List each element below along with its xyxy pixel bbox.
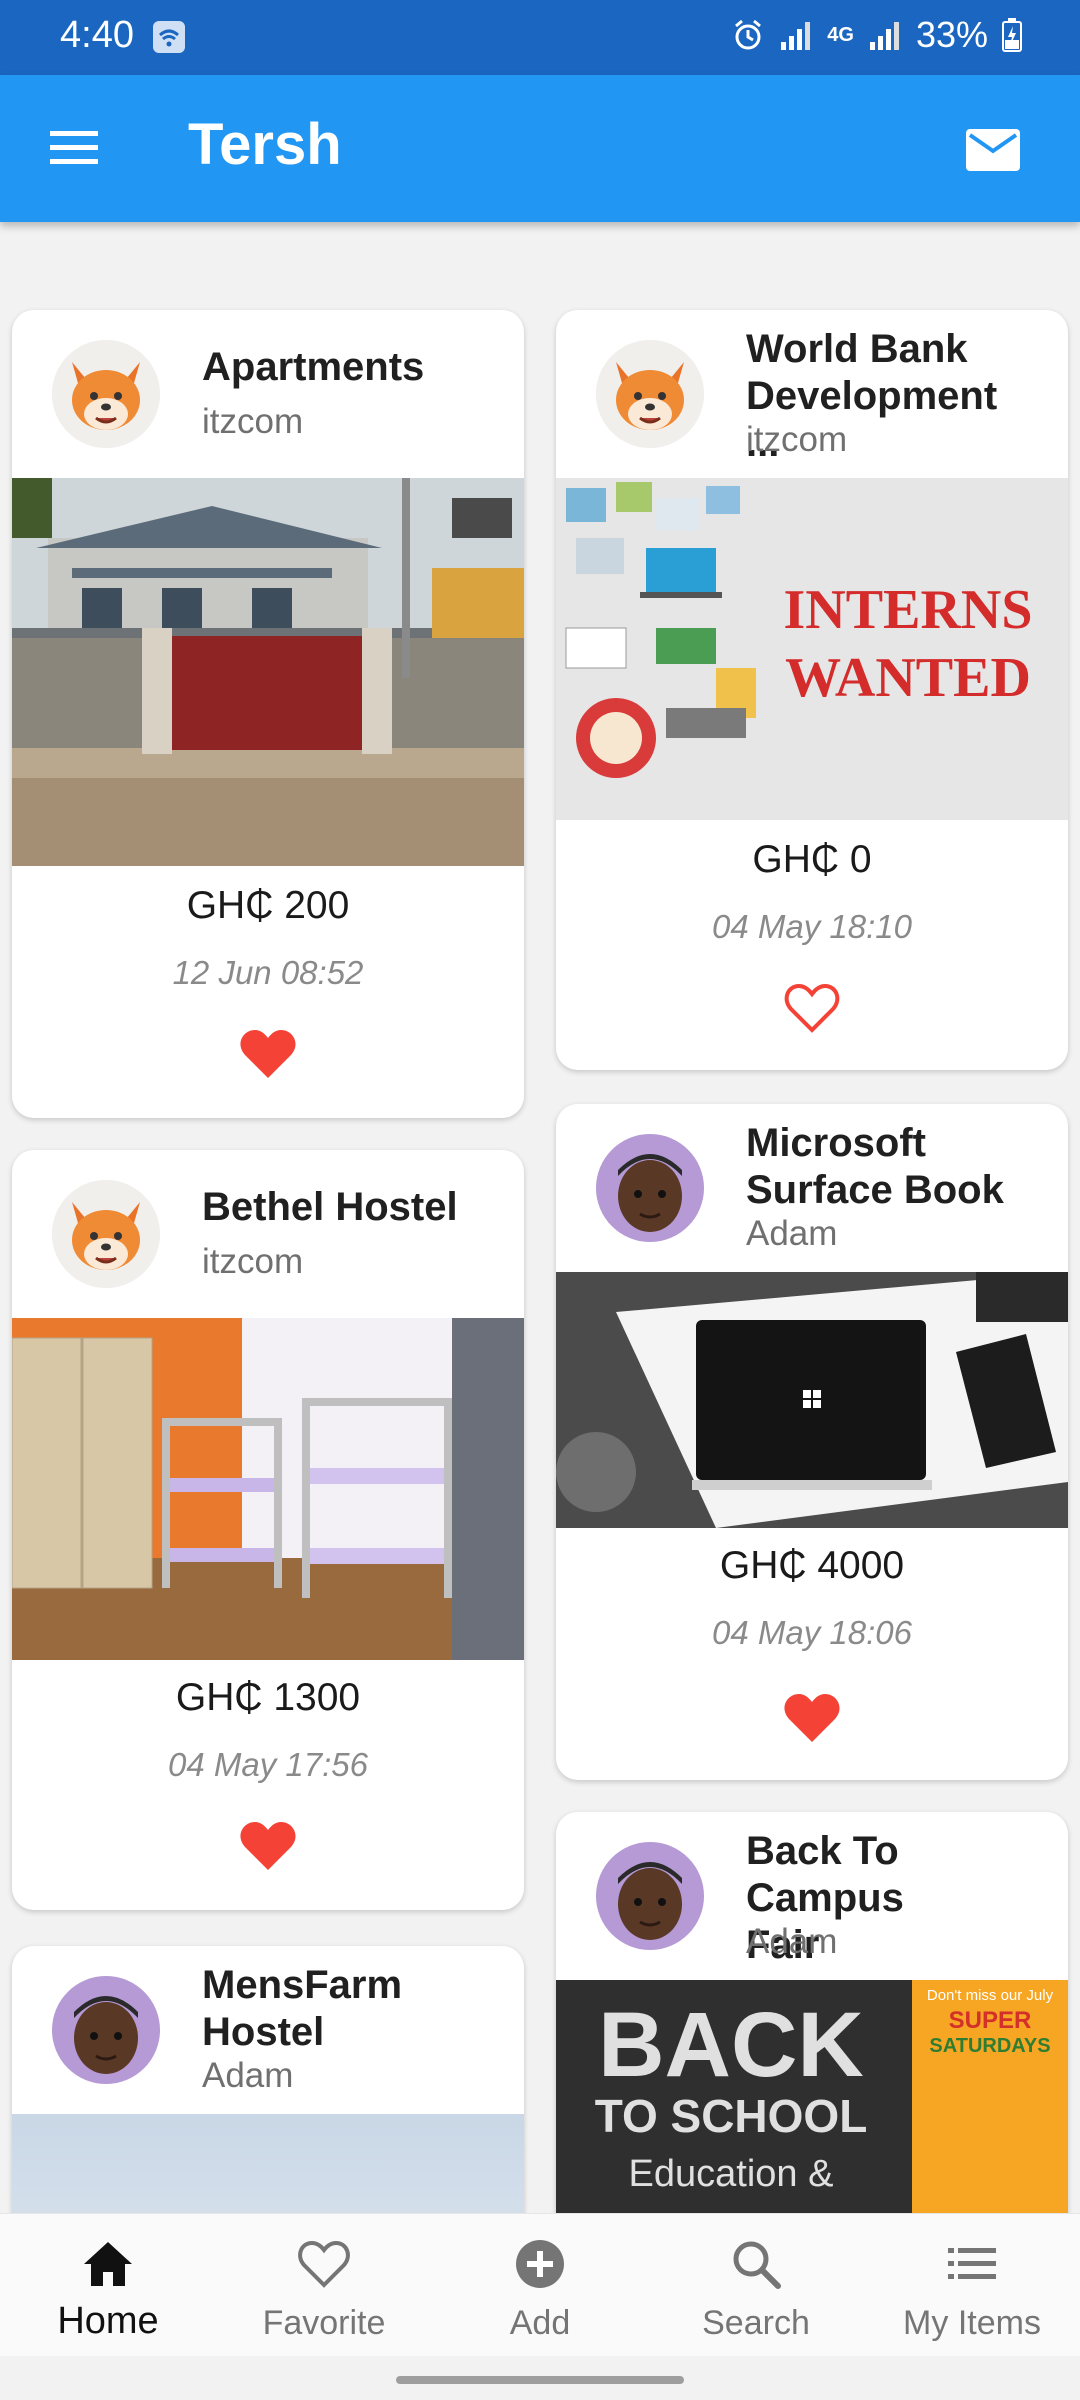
listing-card[interactable]: World Bank Development ... itzcom INTERN… bbox=[556, 310, 1068, 1070]
surface-book-photo bbox=[556, 1272, 1068, 1528]
listing-image bbox=[12, 1318, 524, 1660]
app-bar: Tersh bbox=[0, 75, 1080, 222]
listing-date: 04 May 17:56 bbox=[168, 1746, 368, 1783]
heart-outline-icon bbox=[298, 2240, 350, 2288]
battery-charging-icon bbox=[1002, 18, 1022, 52]
image-text: BACK bbox=[598, 1994, 864, 2096]
listing-owner: Adam bbox=[202, 2056, 294, 2095]
listing-card[interactable]: Microsoft Surface Book Adam GH₵ 4000 04 … bbox=[556, 1104, 1068, 1780]
nav-my-items[interactable]: My Items bbox=[864, 2214, 1080, 2357]
listing-owner: itzcom bbox=[746, 420, 848, 459]
heart-outline-icon[interactable] bbox=[783, 982, 841, 1034]
image-text: TO SCHOOL bbox=[595, 2090, 868, 2142]
house-photo bbox=[12, 478, 524, 866]
system-home-bar bbox=[0, 2356, 1080, 2400]
nav-home[interactable]: Home bbox=[0, 2214, 216, 2357]
image-text: Education & bbox=[629, 2153, 834, 2195]
bottom-navigation: Home Favorite Add Search My Items bbox=[0, 2213, 1080, 2357]
avatar bbox=[596, 1842, 704, 1950]
listing-image bbox=[556, 1272, 1068, 1528]
image-text: Don't miss our July bbox=[927, 1987, 1054, 2004]
listing-title: Apartments bbox=[202, 345, 425, 389]
listing-image bbox=[12, 478, 524, 866]
home-gesture-handle[interactable] bbox=[396, 2376, 684, 2384]
avatar bbox=[596, 1134, 704, 1242]
battery-percent: 33% bbox=[915, 14, 988, 55]
listing-date: 12 Jun 08:52 bbox=[172, 954, 364, 991]
nav-search[interactable]: Search bbox=[648, 2214, 864, 2357]
listing-owner: itzcom bbox=[202, 1242, 304, 1281]
signal-icon bbox=[869, 22, 899, 50]
avatar bbox=[52, 340, 160, 448]
image-text: SUPER bbox=[949, 2007, 1032, 2034]
nav-favorite[interactable]: Favorite bbox=[216, 2214, 432, 2357]
listing-owner: Adam bbox=[746, 1922, 838, 1961]
listing-date: 04 May 18:06 bbox=[712, 1614, 912, 1651]
hostel-room-photo bbox=[12, 1318, 524, 1660]
memoji-avatar-icon bbox=[596, 1842, 704, 1950]
alarm-icon bbox=[735, 19, 762, 50]
listing-date: 04 May 18:10 bbox=[712, 908, 912, 945]
fox-avatar-icon bbox=[52, 340, 160, 448]
listing-title: Microsoft Surface Book bbox=[746, 1121, 1004, 1212]
add-circle-icon bbox=[516, 2240, 564, 2288]
listing-title: MensFarm Hostel bbox=[202, 1963, 403, 2054]
listing-card[interactable]: Bethel Hostel itzcom GH₵ 1300 04 May 17:… bbox=[12, 1150, 524, 1910]
wifi-icon bbox=[153, 21, 185, 53]
memoji-avatar-icon bbox=[596, 1134, 704, 1242]
listing-image: INTERNS WANTED bbox=[556, 478, 1068, 820]
nav-label: Favorite bbox=[262, 2304, 386, 2342]
menu-icon[interactable] bbox=[44, 123, 104, 173]
listing-price: GH₵ 1300 bbox=[175, 1676, 361, 1719]
home-icon bbox=[84, 2242, 132, 2286]
listing-owner: itzcom bbox=[202, 402, 304, 441]
heart-filled-icon[interactable] bbox=[239, 1820, 297, 1872]
heart-filled-icon[interactable] bbox=[239, 1028, 297, 1080]
avatar bbox=[52, 1976, 160, 2084]
app-title: Tersh bbox=[188, 112, 342, 177]
status-bar: 4:40 4G 33% bbox=[0, 0, 1080, 75]
search-icon bbox=[733, 2241, 781, 2289]
nav-label: My Items bbox=[903, 2304, 1041, 2342]
listing-owner: Adam bbox=[746, 1214, 838, 1253]
fox-avatar-icon bbox=[596, 340, 704, 448]
heart-filled-icon[interactable] bbox=[783, 1692, 841, 1744]
listing-price: GH₵ 4000 bbox=[719, 1544, 905, 1587]
interns-wanted-graphic: INTERNS WANTED bbox=[556, 478, 1068, 820]
list-icon bbox=[948, 2248, 996, 2279]
listing-price: GH₵ 0 bbox=[752, 838, 872, 881]
listing-card[interactable]: Apartments itzcom GH₵ 200 12 Jun 08:52 bbox=[12, 310, 524, 1118]
fox-avatar-icon bbox=[52, 1180, 160, 1288]
listing-title: Bethel Hostel bbox=[202, 1185, 458, 1229]
mail-icon[interactable] bbox=[962, 119, 1024, 181]
image-text: INTERNS bbox=[784, 579, 1033, 641]
network-type: 4G bbox=[827, 24, 854, 46]
listing-price: GH₵ 200 bbox=[186, 884, 350, 927]
image-text: WANTED bbox=[785, 647, 1031, 709]
signal-icon bbox=[781, 22, 811, 50]
nav-label: Home bbox=[57, 2300, 159, 2342]
status-time: 4:40 bbox=[60, 14, 134, 56]
nav-add[interactable]: Add bbox=[432, 2214, 648, 2357]
nav-label: Add bbox=[509, 2304, 571, 2342]
nav-label: Search bbox=[702, 2304, 810, 2342]
memoji-avatar-icon bbox=[52, 1976, 160, 2084]
image-text: SATURDAYS bbox=[929, 2035, 1050, 2057]
avatar bbox=[52, 1180, 160, 1288]
avatar bbox=[596, 340, 704, 448]
